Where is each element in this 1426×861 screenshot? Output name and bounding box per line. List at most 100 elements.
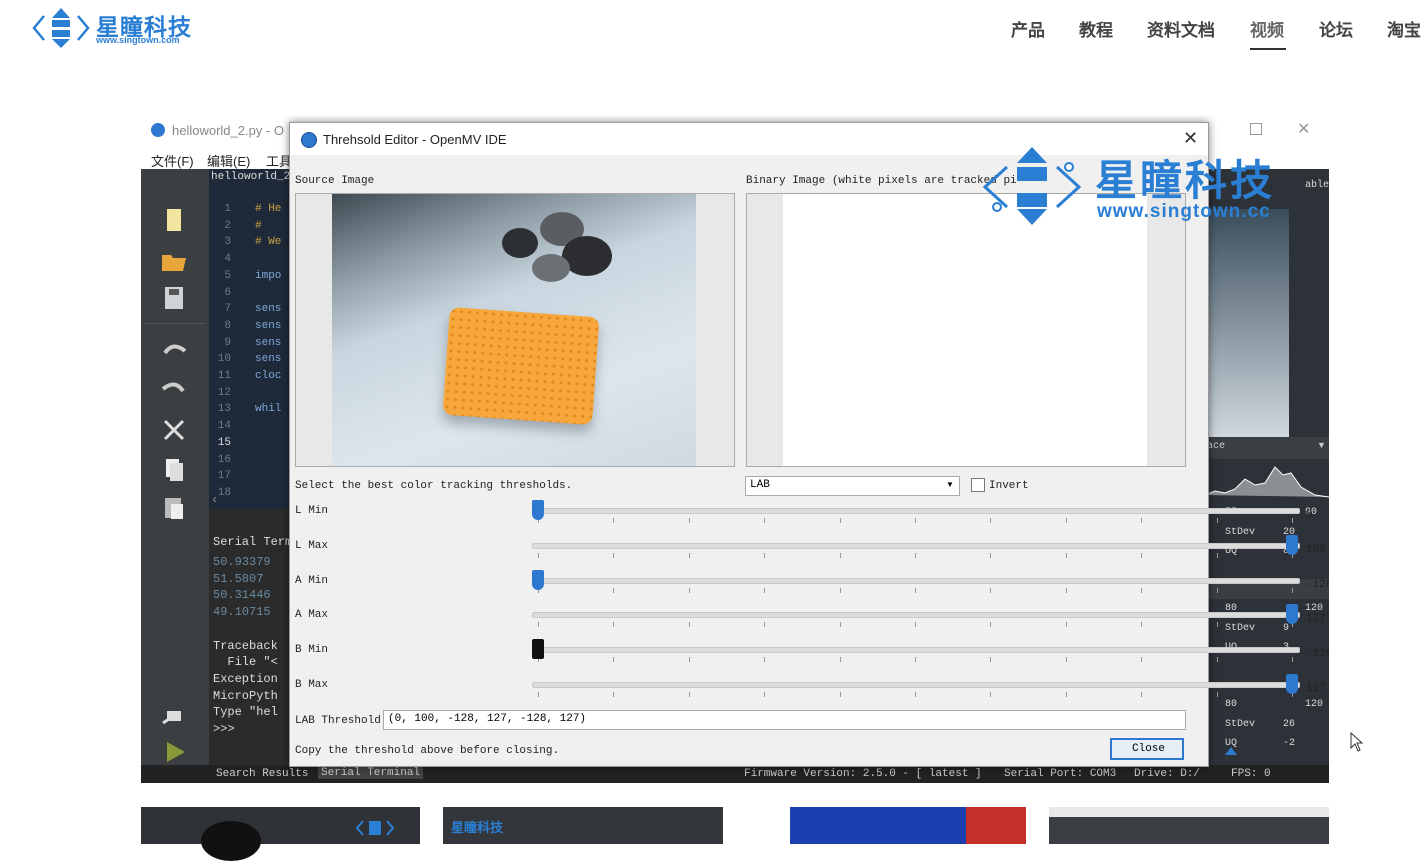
serial-line: Exception: [213, 671, 278, 686]
slider-thumb[interactable]: [532, 500, 544, 520]
copy-note: Copy the threshold above before closing.: [295, 745, 560, 757]
slider-track[interactable]: [532, 612, 1300, 619]
nav-forum[interactable]: 论坛: [1319, 16, 1353, 46]
slider-track[interactable]: [532, 508, 1300, 514]
slider-label: A Min: [295, 574, 329, 587]
code-line: 10 sens: [209, 353, 282, 365]
video-thumbnail-2[interactable]: 星瞳科技: [443, 807, 723, 844]
cut-icon[interactable]: [159, 417, 189, 443]
slider-tick: [764, 657, 766, 663]
maximize-icon[interactable]: [1250, 123, 1262, 135]
slider-thumb[interactable]: [532, 639, 544, 660]
video-thumbnail-1[interactable]: [141, 807, 420, 861]
code-line: 4: [209, 253, 255, 265]
slider-tick: [1141, 552, 1143, 558]
line-number: 2: [224, 219, 231, 232]
color-space-select[interactable]: LAB ▼: [745, 476, 960, 496]
slider-tick: [764, 587, 766, 593]
slider-tick: [1065, 622, 1067, 628]
nav-tutorials[interactable]: 教程: [1079, 16, 1113, 46]
slider-track[interactable]: [532, 682, 1300, 688]
ide-window-title: helloworld_2.py - O: [172, 123, 284, 138]
serial-terminal-tab[interactable]: Serial Terminal: [318, 767, 424, 779]
slider-tick: [1141, 657, 1143, 663]
serial-port[interactable]: Serial Port: COM3: [1004, 768, 1116, 780]
nav-docs[interactable]: 资料文档: [1147, 16, 1215, 46]
slider-thumb[interactable]: [1286, 674, 1298, 694]
code-text: sens: [255, 319, 282, 332]
slider-tick: [915, 622, 916, 628]
line-number: 14: [217, 420, 231, 433]
open-folder-icon[interactable]: [159, 247, 189, 273]
slider-tick: [1292, 518, 1293, 523]
invert-checkbox[interactable]: [971, 478, 985, 492]
slider-tick: [1141, 518, 1143, 523]
close-button[interactable]: Close: [1110, 738, 1184, 760]
slider-thumb[interactable]: [532, 569, 544, 590]
video-thumbnail-4[interactable]: [1049, 807, 1329, 844]
slider-track[interactable]: [532, 542, 1300, 549]
slider-tick: [915, 518, 916, 523]
video-thumbnail-3[interactable]: [746, 807, 1026, 844]
new-file-icon[interactable]: [159, 207, 189, 233]
stat-column-value: 80: [1225, 699, 1238, 710]
paste-icon[interactable]: [159, 495, 189, 521]
slider-thumb[interactable]: [1286, 534, 1298, 555]
slider-tick: [688, 622, 690, 628]
menu-file[interactable]: 文件(F): [151, 151, 194, 170]
thumb1-lens: [201, 821, 261, 861]
slider-value: 0: [1306, 509, 1313, 521]
breadboard: [442, 306, 600, 426]
code-line: 17: [209, 470, 255, 482]
save-icon[interactable]: [159, 285, 189, 311]
slider-tick: [1065, 518, 1067, 523]
nav-videos[interactable]: 视频: [1250, 16, 1284, 46]
video-player[interactable]: helloworld_2.py - O ✕ 文件(F) 编辑(E) 工具 hel…: [141, 115, 1329, 783]
slider-tick: [1292, 657, 1293, 663]
slider-thumb[interactable]: [1286, 604, 1298, 625]
code-line: 15: [209, 437, 255, 449]
close-icon[interactable]: ✕: [1297, 119, 1310, 139]
threshold-field-value: (0, 100, -128, 127, -128, 127): [388, 713, 587, 725]
watermark: 星瞳科技 www.singtown.cc: [977, 145, 1307, 229]
slider-tick: [839, 622, 841, 628]
undo-icon[interactable]: [159, 339, 189, 365]
ide-statusbar: Search Results Serial Terminal Firmware …: [141, 765, 1329, 783]
nav-taobao[interactable]: 淘宝: [1387, 16, 1421, 46]
toolbar-divider: [145, 323, 205, 324]
code-editor[interactable]: helloworld_2 1 # He 2 #3 # We 4 5 impo 6 7 sens 8 se…: [209, 169, 289, 509]
drive[interactable]: Drive: D:/: [1134, 768, 1200, 780]
source-image-label: Source Image: [295, 175, 375, 187]
thumb4-window: [1049, 807, 1329, 817]
nav-active-indicator: [1250, 48, 1286, 50]
dropdown-arrow-icon[interactable]: ▼: [1317, 440, 1326, 450]
serial-line: File "<: [213, 655, 278, 670]
slider-track[interactable]: [532, 647, 1300, 654]
search-results-tab[interactable]: Search Results: [216, 768, 308, 780]
slider-tick: [1141, 692, 1143, 697]
slider-tick: [1216, 518, 1218, 523]
stat-column-value: 120: [1305, 603, 1324, 614]
slider-tick: [764, 552, 766, 558]
code-text: whil: [255, 403, 282, 416]
threshold-field[interactable]: (0, 100, -128, 127, -128, 127): [383, 710, 1186, 730]
site-logo[interactable]: 星瞳科技 www.singtown.com: [30, 6, 220, 50]
redo-icon[interactable]: [159, 377, 189, 403]
slider-tick: [764, 692, 766, 697]
copy-icon[interactable]: [159, 457, 189, 483]
slider-tick: [1141, 587, 1143, 593]
firmware-version[interactable]: Firmware Version: 2.5.0 - [ latest ]: [744, 768, 982, 780]
menu-edit[interactable]: 编辑(E): [207, 151, 250, 170]
slider-value: 127: [1306, 683, 1326, 695]
nav-products[interactable]: 产品: [1011, 16, 1045, 46]
code-text: sens: [255, 303, 282, 316]
slider-label: B Min: [295, 644, 329, 657]
run-icon[interactable]: [159, 739, 189, 765]
serial-terminal: Serial Termi 50.93379 51.5807 50.31446 49.1…: [209, 509, 299, 765]
slider-track[interactable]: [532, 577, 1300, 584]
slider-tick: [1141, 622, 1143, 628]
connect-icon[interactable]: [159, 703, 189, 729]
serial-line: Type "hel: [213, 705, 278, 720]
editor-scroll-left-icon[interactable]: ‹: [211, 493, 218, 507]
file-tab[interactable]: helloworld_2: [211, 171, 289, 183]
